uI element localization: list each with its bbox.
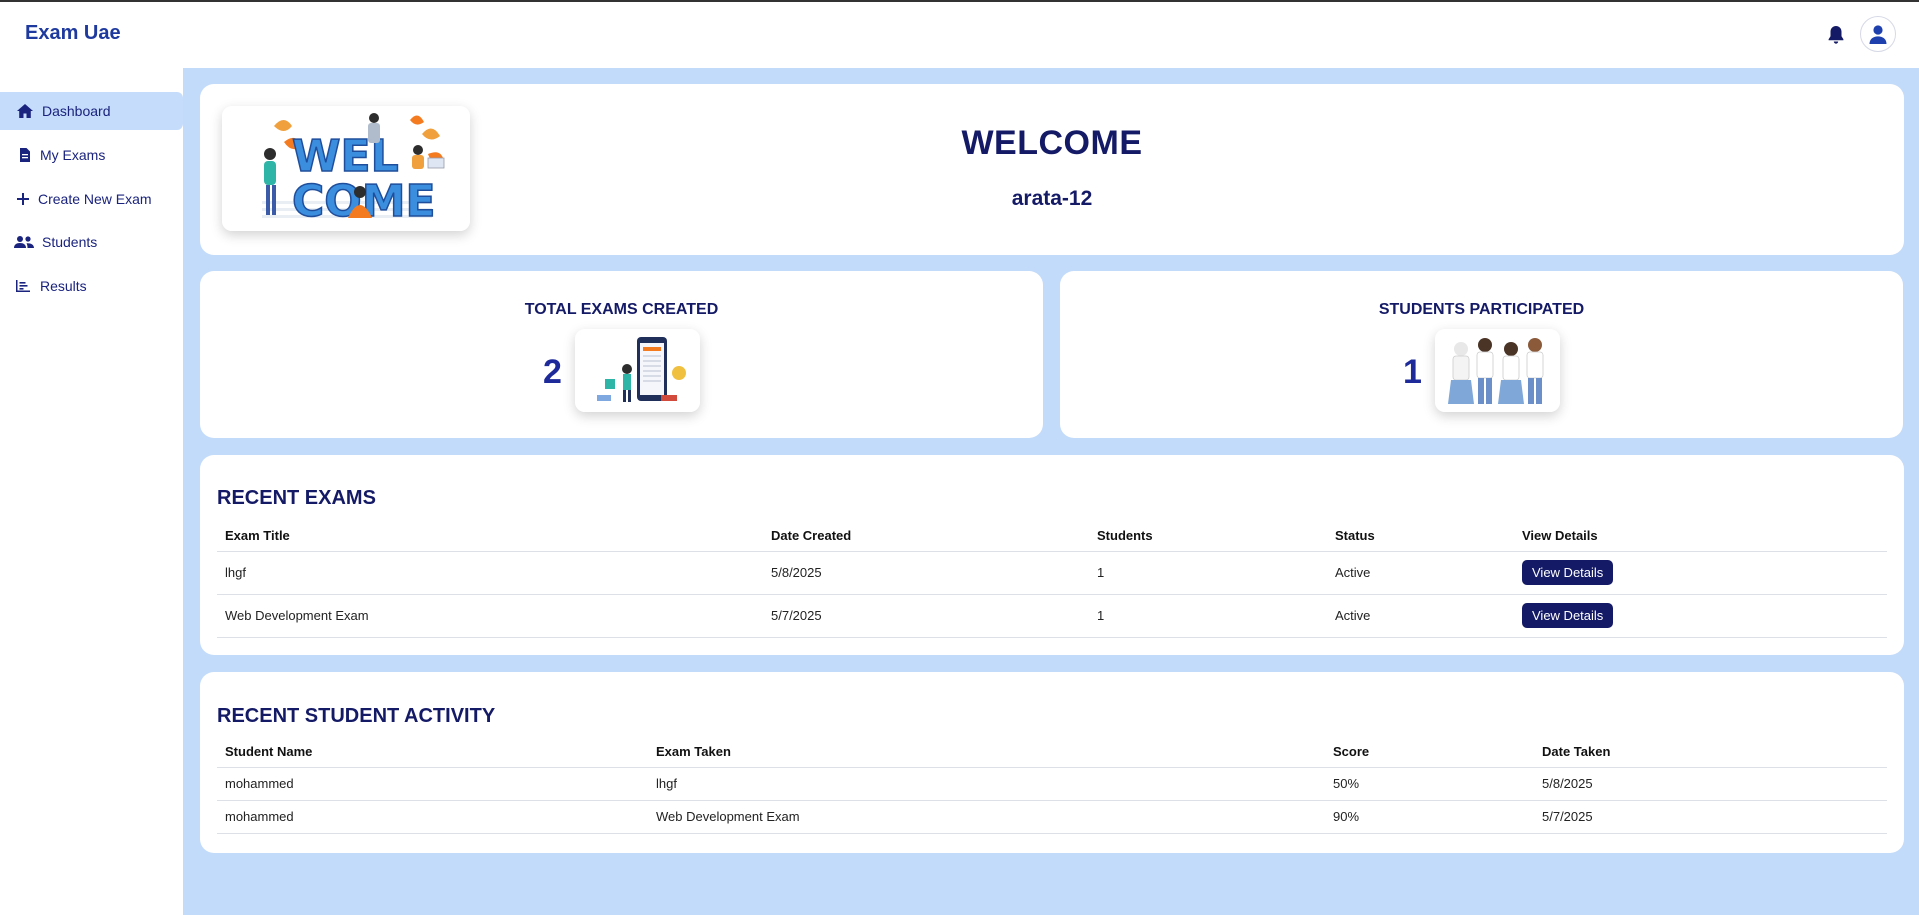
- exam-taken-cell: lhgf: [648, 767, 1325, 801]
- user-avatar[interactable]: [1860, 16, 1896, 52]
- table-header-row: Student Name Exam Taken Score Date Taken: [217, 737, 1887, 768]
- student-name-cell: mohammed: [217, 800, 648, 834]
- welcome-title: WELCOME: [961, 124, 1143, 162]
- date-created-cell: 5/7/2025: [763, 594, 1089, 638]
- main-content: WEL COME WELCOME arata-12 TOTAL EXAMS CR…: [183, 68, 1919, 915]
- sidebar: Dashboard My Exams Create New Exam Stude…: [0, 68, 183, 915]
- file-icon: [16, 146, 34, 164]
- users-icon: [14, 233, 34, 251]
- plus-icon: [14, 190, 32, 208]
- exam-title-cell: Web Development Exam: [217, 594, 763, 638]
- sidebar-item-students[interactable]: Students: [0, 223, 183, 261]
- sidebar-item-dashboard[interactable]: Dashboard: [0, 92, 183, 130]
- column-header: Status: [1327, 521, 1514, 552]
- sidebar-item-create-new-exam[interactable]: Create New Exam: [0, 180, 183, 218]
- date-taken-cell: 5/8/2025: [1534, 767, 1887, 801]
- exam-taken-cell: Web Development Exam: [648, 800, 1325, 834]
- chart-icon: [14, 277, 32, 295]
- view-details-button[interactable]: View Details: [1522, 603, 1614, 628]
- column-header: Student Name: [217, 737, 648, 768]
- date-created-cell: 5/8/2025: [763, 551, 1089, 595]
- score-cell: 50%: [1325, 767, 1534, 801]
- table-row: lhgf 5/8/2025 1 Active View Details: [217, 551, 1887, 595]
- welcome-card: WEL COME WELCOME arata-12: [200, 84, 1904, 255]
- welcome-username: arata-12: [1011, 187, 1093, 210]
- recent-exams-title: RECENT EXAMS: [217, 487, 376, 509]
- top-bar: Exam Uae: [0, 2, 1919, 68]
- students-illustration: [1435, 329, 1560, 412]
- sidebar-item-results[interactable]: Results: [0, 267, 183, 305]
- view-details-cell: View Details: [1514, 551, 1887, 595]
- sidebar-item-label: Results: [40, 278, 87, 294]
- app-title[interactable]: Exam Uae: [25, 22, 121, 45]
- table-row: mohammed Web Development Exam 90% 5/7/20…: [217, 800, 1887, 834]
- user-icon: [1869, 25, 1887, 44]
- students-participated-value: 1: [1403, 353, 1422, 391]
- column-header: Exam Taken: [648, 737, 1325, 768]
- view-details-cell: View Details: [1514, 594, 1887, 638]
- student-name-cell: mohammed: [217, 767, 648, 801]
- bell-icon[interactable]: [1826, 24, 1846, 46]
- status-cell: Active: [1327, 551, 1514, 595]
- score-cell: 90%: [1325, 800, 1534, 834]
- column-header: Date Taken: [1534, 737, 1887, 768]
- column-header: View Details: [1514, 521, 1887, 552]
- total-exams-card: TOTAL EXAMS CREATED 2: [200, 271, 1043, 438]
- table-row: mohammed lhgf 50% 5/8/2025: [217, 767, 1887, 801]
- home-icon: [16, 102, 34, 120]
- column-header: Students: [1089, 521, 1327, 552]
- sidebar-item-my-exams[interactable]: My Exams: [0, 136, 183, 174]
- column-header: Exam Title: [217, 521, 763, 552]
- recent-activity-title: RECENT STUDENT ACTIVITY: [217, 705, 496, 727]
- exam-title-cell: lhgf: [217, 551, 763, 595]
- column-header: Date Created: [763, 521, 1089, 552]
- sidebar-item-label: Create New Exam: [38, 191, 152, 207]
- date-taken-cell: 5/7/2025: [1534, 800, 1887, 834]
- recent-exams-table: Exam Title Date Created Students Status …: [217, 521, 1887, 638]
- recent-activity-card: RECENT STUDENT ACTIVITY Student Name Exa…: [200, 672, 1904, 853]
- sidebar-item-label: My Exams: [40, 147, 106, 163]
- table-row: Web Development Exam 5/7/2025 1 Active V…: [217, 594, 1887, 638]
- sidebar-item-label: Students: [42, 234, 98, 250]
- students-cell: 1: [1089, 594, 1327, 638]
- exams-illustration: [575, 329, 700, 412]
- total-exams-value: 2: [543, 353, 562, 391]
- students-cell: 1: [1089, 551, 1327, 595]
- view-details-button[interactable]: View Details: [1522, 560, 1614, 585]
- students-participated-card: STUDENTS PARTICIPATED 1: [1060, 271, 1903, 438]
- table-header-row: Exam Title Date Created Students Status …: [217, 521, 1887, 552]
- column-header: Score: [1325, 737, 1534, 768]
- total-exams-label: TOTAL EXAMS CREATED: [524, 301, 719, 318]
- sidebar-item-label: Dashboard: [42, 103, 111, 119]
- recent-exams-card: RECENT EXAMS Exam Title Date Created Stu…: [200, 455, 1904, 655]
- status-cell: Active: [1327, 594, 1514, 638]
- students-participated-label: STUDENTS PARTICIPATED: [1378, 301, 1585, 318]
- recent-activity-table: Student Name Exam Taken Score Date Taken…: [217, 737, 1887, 834]
